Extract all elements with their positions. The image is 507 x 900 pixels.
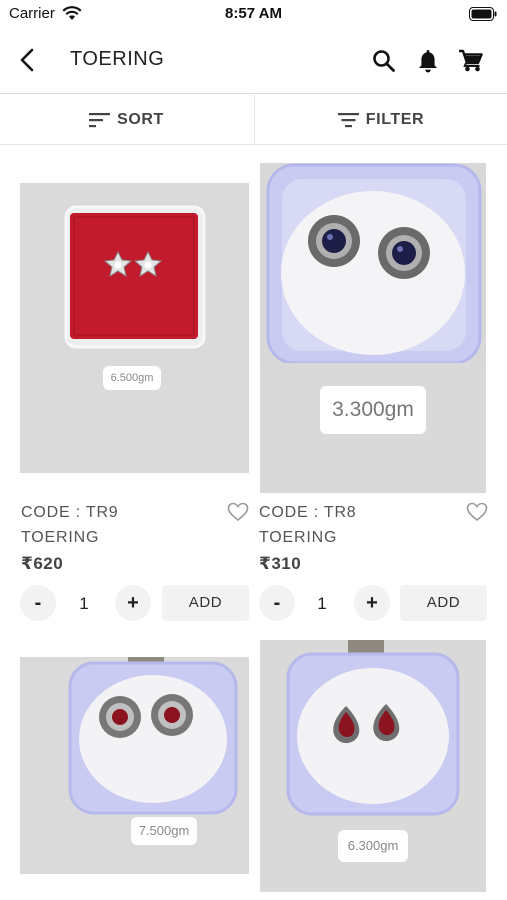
search-icon[interactable] bbox=[370, 47, 398, 75]
weight-label: 7.500gm bbox=[131, 817, 197, 845]
product-image[interactable]: 6.500gm bbox=[20, 183, 249, 473]
sort-icon bbox=[89, 113, 111, 128]
bell-icon[interactable] bbox=[414, 47, 442, 75]
status-time: 8:57 AM bbox=[225, 5, 282, 22]
increment-button[interactable]: + bbox=[354, 585, 390, 621]
weight-label: 6.300gm bbox=[338, 830, 408, 862]
add-to-cart-button[interactable]: ADD bbox=[162, 585, 249, 621]
favorite-heart-icon[interactable] bbox=[227, 502, 249, 522]
jewelry-photo bbox=[260, 163, 486, 493]
page-title: TOERING bbox=[70, 48, 165, 70]
filter-icon bbox=[337, 113, 359, 128]
product-price: ₹620 bbox=[21, 554, 64, 573]
favorite-heart-icon[interactable] bbox=[466, 502, 488, 522]
jewelry-photo bbox=[20, 183, 249, 473]
weight-label: 6.500gm bbox=[103, 366, 161, 390]
sort-button[interactable]: SORT bbox=[0, 95, 253, 145]
product-category: TOERING bbox=[21, 529, 100, 546]
product-image[interactable]: 6.300gm bbox=[260, 640, 486, 892]
product-price: ₹310 bbox=[259, 554, 302, 573]
battery-icon bbox=[469, 7, 497, 21]
decrement-button[interactable]: - bbox=[20, 585, 56, 621]
quantity-value: 1 bbox=[317, 594, 327, 613]
cart-icon[interactable] bbox=[457, 47, 485, 75]
decrement-button[interactable]: - bbox=[259, 585, 295, 621]
product-code: CODE : TR9 bbox=[21, 504, 119, 521]
back-arrow-icon[interactable] bbox=[14, 46, 42, 74]
sort-filter-bar: SORT FILTER bbox=[0, 95, 507, 145]
product-image[interactable]: 3.300gm bbox=[260, 163, 486, 493]
sort-label: SORT bbox=[117, 111, 164, 128]
quantity-value: 1 bbox=[79, 594, 89, 613]
product-image[interactable]: 7.500gm bbox=[20, 657, 249, 874]
weight-label: 3.300gm bbox=[320, 386, 426, 434]
filter-label: FILTER bbox=[365, 111, 425, 128]
product-category: TOERING bbox=[259, 529, 338, 546]
app-header: TOERING bbox=[0, 28, 507, 94]
product-code: CODE : TR8 bbox=[259, 504, 357, 521]
increment-button[interactable]: + bbox=[115, 585, 151, 621]
status-bar: Carrier 8:57 AM bbox=[0, 0, 507, 28]
add-to-cart-button[interactable]: ADD bbox=[400, 585, 487, 621]
filter-button[interactable]: FILTER bbox=[254, 95, 507, 145]
